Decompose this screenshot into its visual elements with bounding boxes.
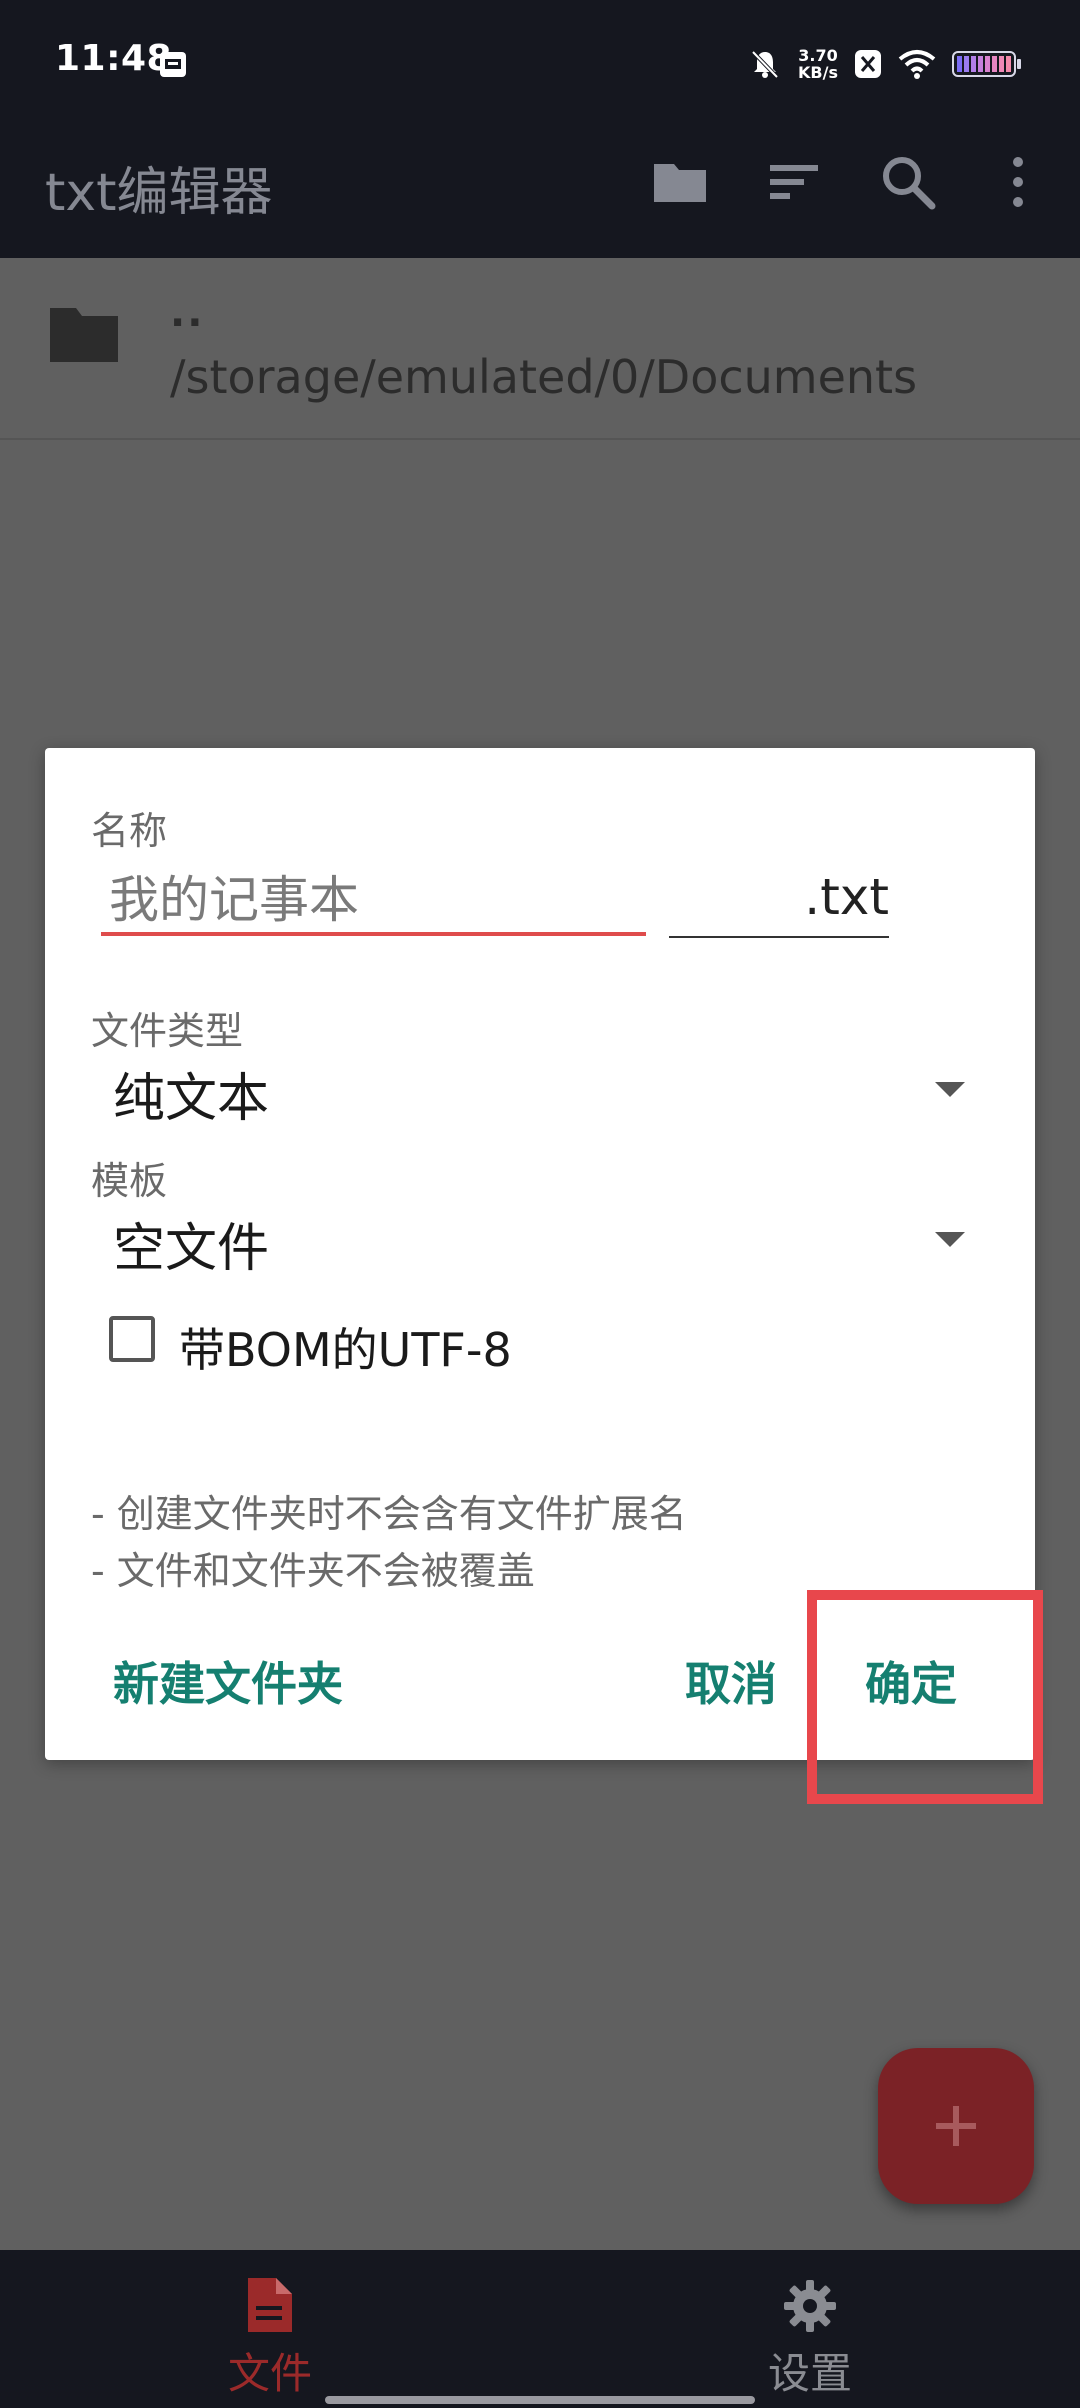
template-select[interactable]: 空文件 <box>89 1198 989 1280</box>
bottom-nav: 文件 设置 <box>0 2250 1080 2408</box>
name-label: 名称 <box>91 809 168 853</box>
sort-icon[interactable] <box>762 150 826 214</box>
note-no-overwrite: - 文件和文件夹不会被覆盖 <box>91 1549 535 1593</box>
notification-calendar-icon <box>160 52 186 77</box>
nav-item-files[interactable]: 文件 <box>0 2250 540 2408</box>
home-indicator[interactable] <box>325 2396 755 2404</box>
add-fab-button[interactable] <box>878 2048 1034 2204</box>
file-type-select[interactable]: 纯文本 <box>89 1048 989 1130</box>
file-type-value: 纯文本 <box>113 1069 270 1129</box>
wifi-icon <box>898 50 936 79</box>
dropdown-arrow-icon <box>935 1082 965 1097</box>
network-speed: 3.70 KB/s <box>798 47 838 81</box>
x-app-icon <box>855 50 881 78</box>
status-time: 11:48 <box>55 38 173 79</box>
file-icon <box>248 2278 292 2332</box>
template-label: 模板 <box>91 1159 168 1203</box>
more-vert-icon[interactable] <box>986 150 1050 214</box>
bom-checkbox[interactable] <box>109 1316 155 1362</box>
nav-item-settings[interactable]: 设置 <box>540 2250 1080 2408</box>
extension-field[interactable]: .txt <box>669 868 889 938</box>
nav-settings-label: 设置 <box>767 2349 852 2398</box>
app-title: txt编辑器 <box>45 163 273 223</box>
gear-icon <box>784 2280 836 2332</box>
highlight-box <box>807 1590 1043 1804</box>
parent-folder-row[interactable] <box>0 258 1080 440</box>
bom-label[interactable]: 带BOM的UTF-8 <box>179 1314 512 1380</box>
nav-files-label: 文件 <box>227 2349 312 2398</box>
parent-dir-label: .. <box>170 290 205 336</box>
name-input[interactable] <box>101 868 646 936</box>
status-icons: 3.70 KB/s <box>748 42 1022 86</box>
new-folder-button[interactable]: 新建文件夹 <box>113 1648 343 1714</box>
folder-icon <box>50 308 118 362</box>
cancel-button[interactable]: 取消 <box>685 1648 777 1714</box>
network-speed-unit: KB/s <box>798 63 838 82</box>
battery-icon <box>952 51 1021 77</box>
file-type-label: 文件类型 <box>91 1009 244 1053</box>
bell-off-icon <box>751 50 779 79</box>
folder-path: /storage/emulated/0/Documents <box>170 350 918 404</box>
folder-icon[interactable] <box>648 150 712 214</box>
network-speed-value: 3.70 <box>798 46 838 65</box>
plus-icon <box>936 2106 976 2146</box>
search-icon[interactable] <box>876 150 940 214</box>
note-folder-extension: - 创建文件夹时不会含有文件扩展名 <box>91 1492 687 1536</box>
template-value: 空文件 <box>113 1219 270 1279</box>
dropdown-arrow-icon <box>935 1232 965 1247</box>
